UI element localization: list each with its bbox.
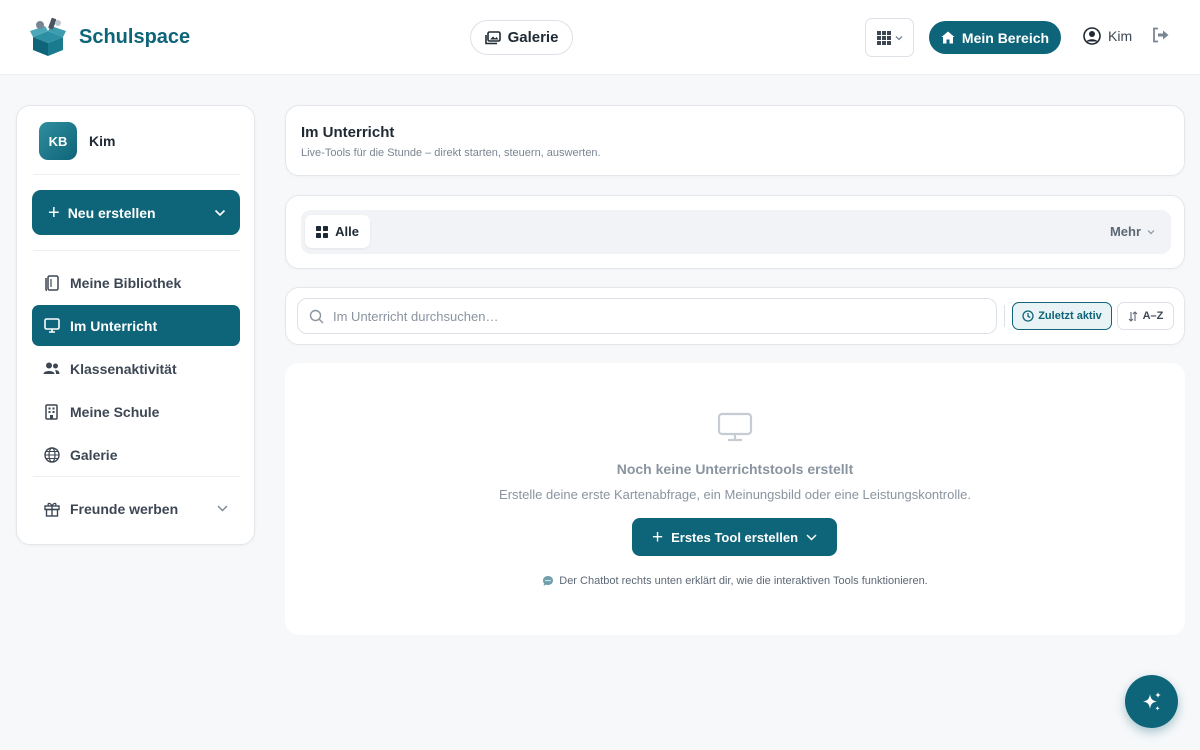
sidebar-item-label: Freunde werben (70, 500, 179, 517)
chatbot-hint-text: Der Chatbot rechts unten erklärt dir, wi… (559, 575, 928, 587)
top-bar: Schulspace Galerie Mein Bereich Kim (0, 0, 1200, 75)
sidebar-item-klassenaktivitaet[interactable]: Klassenaktivität (32, 348, 240, 389)
chatbot-fab-button[interactable] (1125, 675, 1178, 728)
sparkles-icon (1142, 691, 1161, 711)
apps-menu-button[interactable] (865, 18, 914, 57)
brand[interactable]: Schulspace (30, 17, 190, 57)
sort-az-label: A–Z (1142, 310, 1164, 322)
search-card: Zuletzt aktiv A–Z (285, 287, 1185, 345)
user-menu[interactable]: Kim (1083, 27, 1132, 45)
sidebar-item-label: Klassenaktivität (70, 360, 177, 377)
sidebar-item-bibliothek[interactable]: Meine Bibliothek (32, 262, 240, 303)
building-icon (43, 403, 60, 420)
plus-icon: + (651, 526, 664, 548)
sidebar: KB Kim + Neu erstellen Meine Bibliothek … (16, 105, 255, 545)
create-first-tool-label: Erstes Tool erstellen (671, 529, 799, 545)
page-header-card: Im Unterricht Live-Tools für die Stunde … (285, 105, 1185, 176)
mein-bereich-button[interactable]: Mein Bereich (929, 21, 1061, 54)
empty-state-text: Erstelle deine erste Kartenabfrage, ein … (499, 487, 971, 502)
grid-icon (316, 225, 329, 238)
filter-tab-all[interactable]: Alle (305, 215, 370, 248)
users-icon (43, 360, 60, 377)
search-box[interactable] (297, 298, 997, 334)
sort-az-button[interactable]: A–Z (1117, 302, 1174, 330)
new-create-label: Neu erstellen (67, 204, 156, 221)
chat-bubble-icon (543, 576, 554, 586)
more-filters-label: Mehr (1109, 224, 1141, 239)
chevron-down-icon (1147, 229, 1155, 234)
logout-button[interactable] (1152, 27, 1170, 48)
images-icon (484, 30, 501, 44)
home-icon (941, 31, 955, 44)
sort-recent-label: Zuletzt aktiv (1038, 310, 1102, 322)
page-title: Im Unterricht (301, 124, 395, 141)
sort-arrows-icon (1128, 310, 1137, 322)
monitor-icon (717, 412, 753, 442)
empty-state-title: Noch keine Unterrichtstools erstellt (616, 461, 854, 477)
sort-recent-button[interactable]: Zuletzt aktiv (1012, 302, 1112, 330)
plus-icon: + (48, 201, 60, 224)
avatar: KB (39, 122, 77, 160)
sidebar-item-label: Galerie (70, 446, 118, 463)
chevron-down-icon (214, 209, 226, 216)
sidebar-item-label: Meine Bibliothek (70, 274, 182, 291)
more-filters-button[interactable]: Mehr (1110, 224, 1155, 239)
profile-name: Kim (89, 133, 116, 149)
globe-icon (43, 446, 60, 463)
grid-icon (876, 30, 891, 45)
monitor-icon (43, 317, 60, 334)
chevron-down-icon (806, 533, 817, 541)
gift-icon (43, 500, 60, 517)
new-create-button[interactable]: + Neu erstellen (32, 190, 240, 235)
chatbot-hint: Der Chatbot rechts unten erklärt dir, wi… (285, 575, 1185, 587)
create-first-tool-button[interactable]: + Erstes Tool erstellen (632, 518, 837, 556)
chevron-down-icon (895, 35, 902, 40)
gallery-button[interactable]: Galerie (470, 20, 573, 55)
book-icon (43, 274, 60, 291)
user-name: Kim (1108, 28, 1133, 44)
gallery-button-label: Galerie (507, 29, 559, 46)
chevron-down-icon (217, 505, 228, 512)
sidebar-item-label: Meine Schule (70, 403, 160, 420)
logout-icon (1153, 27, 1169, 43)
empty-state: Noch keine Unterrichtstools erstellt Ers… (285, 363, 1185, 635)
search-icon (309, 309, 324, 323)
sidebar-item-label: Im Unterricht (70, 317, 158, 334)
sidebar-item-schule[interactable]: Meine Schule (32, 391, 240, 432)
page-subtitle: Live-Tools für die Stunde – direkt start… (301, 147, 601, 159)
school-box-logo-icon (30, 17, 66, 56)
mein-bereich-label: Mein Bereich (961, 29, 1050, 46)
profile[interactable]: KB Kim (39, 122, 115, 160)
divider (33, 476, 240, 477)
brand-name: Schulspace (79, 25, 191, 48)
sidebar-item-unterricht[interactable]: Im Unterricht (32, 305, 240, 346)
filter-tabs: Alle Mehr (301, 210, 1171, 254)
filter-tab-label: Alle (335, 224, 359, 239)
filter-card: Alle Mehr (285, 195, 1185, 269)
sidebar-item-galerie[interactable]: Galerie (32, 434, 240, 475)
clock-icon (1022, 310, 1034, 322)
sidebar-item-freunde-werben[interactable]: Freunde werben (32, 488, 240, 529)
divider (33, 250, 240, 251)
user-circle-icon (1083, 27, 1101, 45)
search-input[interactable] (333, 308, 973, 324)
divider (1004, 305, 1005, 327)
divider (33, 174, 240, 175)
